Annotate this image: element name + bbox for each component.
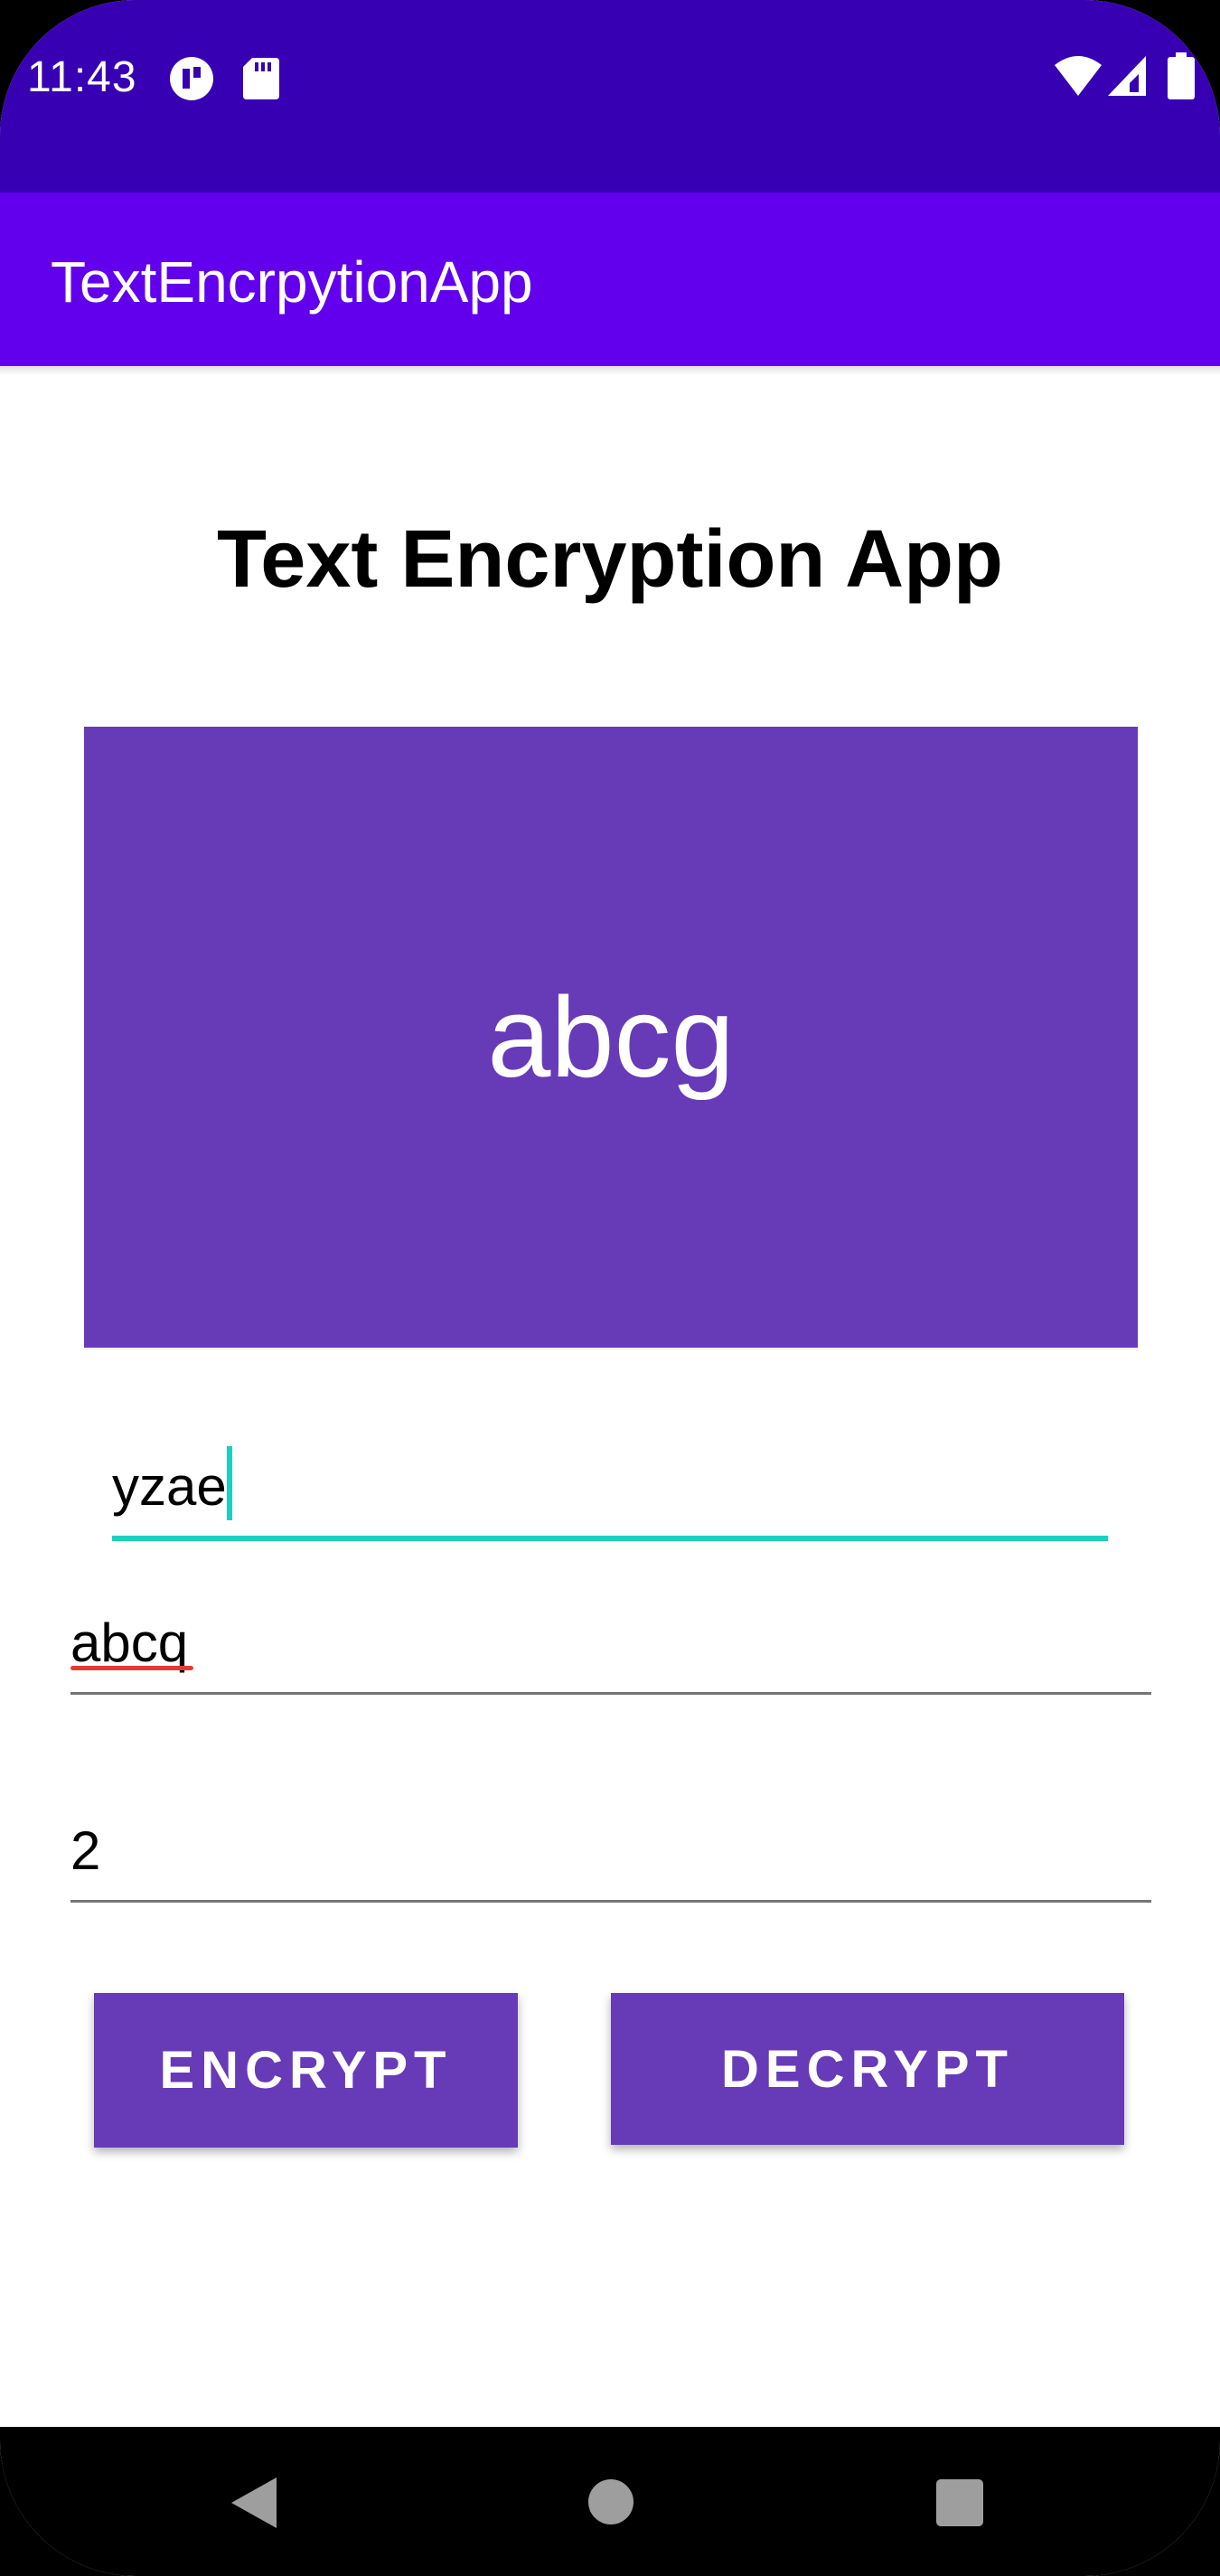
- message-underline: [70, 1692, 1151, 1695]
- sd-card-icon: [243, 58, 279, 104]
- notification-app-icon: [169, 56, 214, 106]
- input-text-value: yzae: [112, 1456, 227, 1517]
- phone-screen: 11:43 TextEncrpytionApp Text Encryption …: [0, 0, 1220, 2576]
- key-value: 2: [70, 1820, 101, 1881]
- key-field[interactable]: 2: [70, 1803, 1151, 1903]
- input-text-field[interactable]: yzae: [112, 1437, 1108, 1541]
- status-bar: 11:43: [0, 0, 1220, 193]
- wifi-icon: [1055, 56, 1102, 100]
- decrypt-button[interactable]: DECRYPT: [611, 1993, 1124, 2145]
- result-text: abcg: [487, 973, 735, 1101]
- message-field[interactable]: abcq: [70, 1595, 1151, 1695]
- key-underline: [70, 1900, 1151, 1903]
- result-display: abcg: [84, 727, 1138, 1348]
- home-icon[interactable]: [587, 2478, 634, 2530]
- message-value: abcq: [70, 1612, 189, 1673]
- battery-icon: [1168, 52, 1195, 104]
- page-title: Text Encryption App: [216, 514, 1004, 605]
- app-bar-shadow: [0, 366, 1220, 375]
- navigation-bar: [0, 2427, 1220, 2576]
- text-cursor: [227, 1446, 232, 1520]
- status-time: 11:43: [27, 53, 137, 101]
- app-bar: TextEncrpytionApp: [0, 193, 1220, 366]
- signal-icon: [1108, 56, 1146, 100]
- back-icon[interactable]: [231, 2477, 277, 2533]
- app-title: TextEncrpytionApp: [51, 249, 533, 315]
- spellcheck-underline: [70, 1666, 193, 1670]
- input-text-underline: [112, 1536, 1108, 1541]
- recents-icon[interactable]: [936, 2479, 983, 2531]
- encrypt-button[interactable]: ENCRYPT: [94, 1993, 518, 2148]
